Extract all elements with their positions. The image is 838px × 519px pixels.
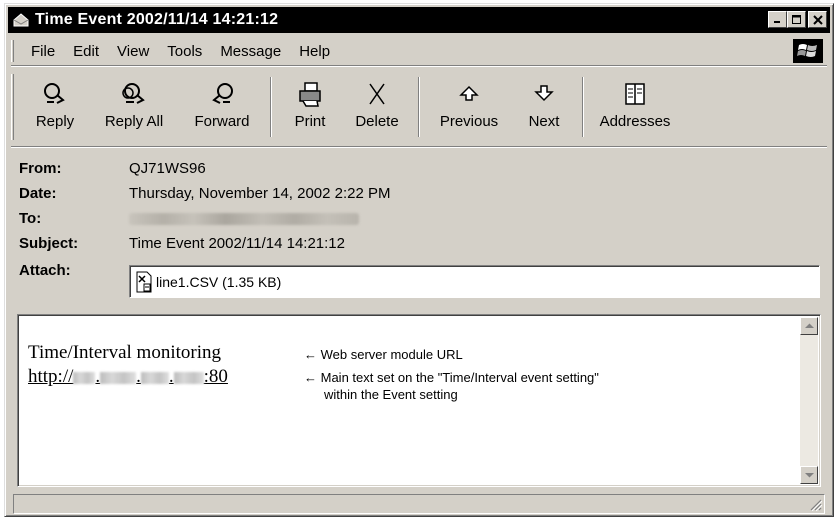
url-redacted-octet-1 (73, 371, 96, 384)
annotation-main-text: ← Main text set on the "Time/Interval ev… (304, 369, 599, 403)
menu-edit[interactable]: Edit (64, 43, 108, 60)
next-button[interactable]: Next (512, 69, 576, 145)
previous-button[interactable]: Previous (426, 69, 512, 145)
delete-button[interactable]: Delete (342, 69, 412, 145)
attach-label: Attach: (19, 262, 71, 279)
menu-view[interactable]: View (108, 43, 158, 60)
annotation-url: ← Web server module URL (304, 346, 463, 363)
up-arrow-icon (459, 85, 479, 101)
forward-button[interactable]: Forward (180, 69, 264, 145)
menu-file[interactable]: File (22, 43, 64, 60)
forward-label: Forward (194, 113, 250, 130)
down-arrow-icon (534, 85, 554, 102)
toolbar: Reply Reply All Forward Print Delete Pre… (11, 69, 827, 145)
date-row: Date: Thursday, November 14, 2002 2:22 P… (19, 181, 823, 206)
minimize-icon (774, 21, 780, 23)
title-bar[interactable]: Time Event 2002/11/14 14:21:12 (8, 7, 830, 33)
reply-all-icon (122, 83, 145, 104)
annotation-main-text-line1: Main text set on the "Time/Interval even… (320, 370, 599, 385)
subject-label: Subject: (19, 235, 79, 252)
subject-value: Time Event 2002/11/14 14:21:12 (129, 235, 345, 252)
message-body-pane[interactable]: Time/Interval monitoring http://...:80 ←… (17, 314, 821, 487)
forward-icon (212, 83, 233, 104)
addresses-label: Addresses (599, 113, 671, 130)
mail-window: Time Event 2002/11/14 14:21:12 File Edit… (4, 3, 834, 517)
print-button[interactable]: Print (278, 69, 342, 145)
attachment-name[interactable]: line1.CSV (1.35 KB) (156, 274, 281, 290)
window-title: Time Event 2002/11/14 14:21:12 (35, 11, 279, 28)
menu-bar: File Edit View Tools Message Help (11, 38, 827, 64)
addresses-button[interactable]: Addresses (590, 69, 680, 145)
url-redacted-octet-3 (140, 371, 169, 384)
to-value-redacted (129, 212, 359, 225)
toolbar-separator (270, 77, 272, 137)
menu-message[interactable]: Message (211, 43, 290, 60)
address-book-icon (625, 83, 645, 105)
scroll-down-icon (804, 473, 814, 478)
windows-logo-icon (793, 39, 823, 63)
reply-all-button[interactable]: Reply All (88, 69, 180, 145)
url-prefix: http:// (28, 366, 74, 387)
annotation-main-text-line2: within the Event setting (324, 387, 458, 402)
close-button[interactable] (808, 11, 827, 28)
to-label: To: (19, 210, 42, 227)
vertical-scrollbar[interactable] (800, 317, 818, 484)
next-label: Next (528, 113, 560, 130)
message-body-text: Time/Interval monitoring http://...:80 (28, 341, 228, 389)
csv-file-icon (136, 271, 152, 292)
previous-label: Previous (439, 113, 499, 130)
printer-icon (299, 82, 321, 107)
minimize-button[interactable] (768, 11, 787, 28)
toolbar-separator (418, 77, 420, 137)
message-headers: From: QJ71WS96 Date: Thursday, November … (19, 156, 823, 298)
reply-label: Reply (35, 113, 75, 130)
attachment-field[interactable]: line1.CSV (1.35 KB) (129, 265, 820, 298)
date-value: Thursday, November 14, 2002 2:22 PM (129, 185, 391, 202)
status-bar (13, 494, 825, 514)
body-url-link[interactable]: http://...:80 (28, 365, 228, 389)
date-label: Date: (19, 185, 57, 202)
reply-button[interactable]: Reply (22, 69, 88, 145)
menu-grip[interactable] (11, 40, 14, 62)
subject-row: Subject: Time Event 2002/11/14 14:21:12 (19, 231, 823, 256)
scroll-up-button[interactable] (800, 317, 818, 335)
window-controls (768, 11, 827, 28)
scroll-up-icon (804, 323, 814, 328)
annotation-url-text: Web server module URL (320, 347, 463, 362)
url-suffix: :80 (203, 366, 228, 387)
url-redacted-octet-4 (173, 371, 204, 384)
menu-separator (11, 65, 827, 67)
toolbar-grip[interactable] (11, 74, 14, 140)
reply-all-label: Reply All (104, 113, 164, 130)
maximize-button[interactable] (787, 11, 806, 28)
print-label: Print (294, 113, 326, 130)
to-row: To: (19, 206, 823, 231)
annotation-arrow-icon: ← (304, 370, 317, 385)
maximize-icon (791, 14, 801, 24)
delete-label: Delete (355, 113, 399, 130)
from-value: QJ71WS96 (129, 160, 206, 177)
menu-help[interactable]: Help (290, 43, 339, 60)
mail-envelope-icon (13, 13, 29, 27)
menu-tools[interactable]: Tools (158, 43, 211, 60)
reply-icon (44, 83, 65, 104)
resize-grip-icon[interactable] (810, 499, 822, 511)
from-row: From: QJ71WS96 (19, 156, 823, 181)
toolbar-separator (582, 77, 584, 137)
delete-x-icon (369, 83, 385, 105)
close-icon (812, 14, 823, 25)
toolbar-separator-bottom (11, 146, 827, 148)
scroll-down-button[interactable] (800, 466, 818, 484)
url-redacted-octet-2 (100, 371, 137, 384)
from-label: From: (19, 160, 62, 177)
body-line-monitoring: Time/Interval monitoring (28, 342, 221, 363)
annotation-arrow-icon: ← (304, 347, 317, 362)
